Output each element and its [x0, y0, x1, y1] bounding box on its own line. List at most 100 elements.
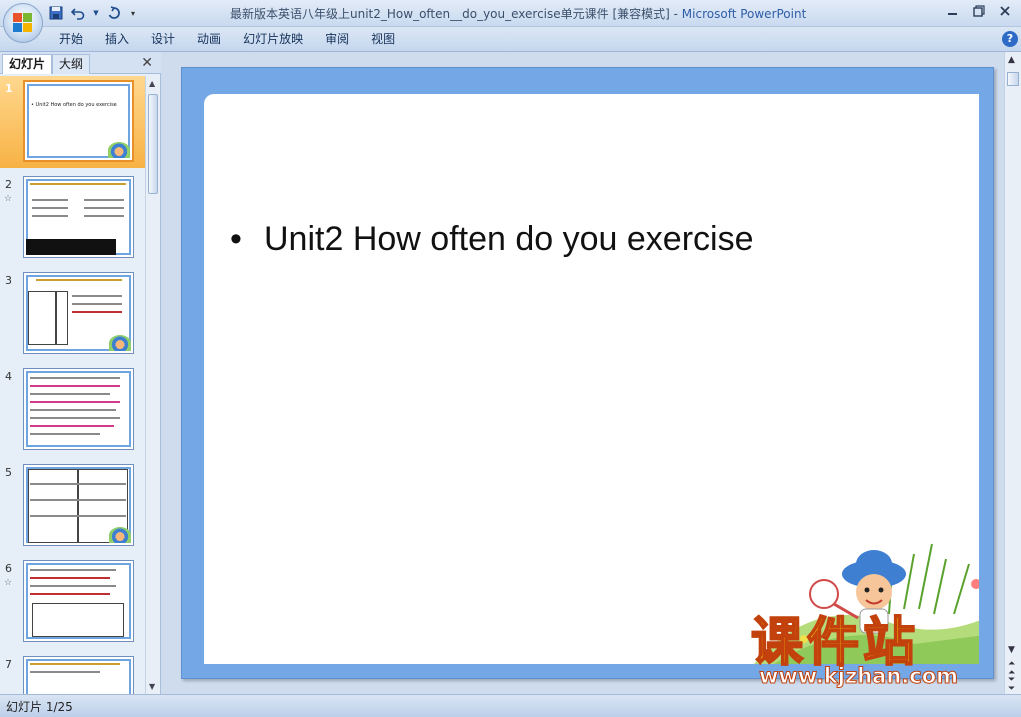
thumbnail-row-1[interactable]: 1 • Unit2 How often do you exercise	[0, 76, 145, 168]
thumbnail-line	[84, 207, 124, 209]
undo-icon[interactable]	[70, 5, 86, 21]
cartoon-kid-icon	[109, 335, 131, 351]
thumbnail-line	[30, 577, 110, 579]
scroll-up-icon[interactable]: ▲	[1008, 56, 1015, 65]
thumbnail-line	[72, 303, 122, 305]
thumbnail-line	[32, 207, 68, 209]
slide-thumbnail[interactable]	[23, 560, 134, 642]
tab-insert[interactable]: 插入	[94, 27, 140, 52]
thumbnail-row-7[interactable]: 7	[0, 652, 145, 694]
quick-access-toolbar: ▼ ▾	[48, 3, 138, 23]
kid-eye	[878, 587, 884, 593]
office-button[interactable]	[3, 3, 43, 43]
thumbnail-row-4[interactable]: 4	[0, 364, 145, 456]
thumbnail-line	[30, 409, 116, 411]
restore-button[interactable]	[967, 2, 991, 20]
thumbnail-line	[30, 569, 116, 571]
slide-counter: 幻灯片 1/25	[6, 700, 73, 714]
thumbnail-line	[32, 199, 68, 201]
app-name: Microsoft PowerPoint	[681, 7, 807, 21]
current-slide[interactable]: • Unit2 How often do you exercise	[181, 67, 994, 679]
thumbnail-line	[30, 671, 100, 673]
slide-content-area: • Unit2 How often do you exercise	[204, 94, 979, 664]
slide-thumbnail[interactable]	[23, 464, 134, 546]
thumbnail-line	[32, 215, 68, 217]
ribbon-tabs: 开始 插入 设计 动画 幻灯片放映 审阅 视图	[48, 27, 406, 52]
thumbnail-line	[30, 663, 120, 665]
thumbnail-row-5[interactable]: 5	[0, 460, 145, 552]
tab-home[interactable]: 开始	[48, 27, 94, 52]
document-name: 最新版本英语八年级上unit2_How_often__do_you_exerci…	[230, 7, 670, 21]
panel-scrollbar[interactable]: ▲ ▼	[145, 76, 160, 694]
kid-hat-top	[856, 550, 892, 578]
next-slide-icon[interactable]: ⏷ ⏷	[1008, 676, 1015, 694]
tab-review[interactable]: 审阅	[314, 27, 360, 52]
scroll-up-icon[interactable]: ▲	[149, 79, 155, 88]
slide-number: 2	[5, 178, 12, 191]
thumbnail-list: 1 • Unit2 How often do you exercise 2 ☆	[0, 76, 145, 694]
tab-animations[interactable]: 动画	[186, 27, 232, 52]
redo-icon[interactable]	[106, 5, 122, 21]
thumbnail-table	[56, 291, 68, 345]
slide-thumbnail[interactable]: • Unit2 How often do you exercise	[23, 80, 134, 162]
scroll-down-icon[interactable]: ▼	[149, 682, 155, 691]
scrollbar-thumb[interactable]	[148, 94, 158, 194]
thumbnail-row-6[interactable]: 6 ☆	[0, 556, 145, 648]
slide-thumbnail[interactable]	[23, 368, 134, 450]
save-icon[interactable]	[48, 5, 64, 21]
minimize-button[interactable]	[941, 2, 965, 20]
bullet-text: Unit2 How often do you exercise	[264, 220, 754, 258]
thumbnail-black-box	[26, 239, 116, 255]
undo-dropdown-icon[interactable]: ▼	[92, 5, 100, 21]
panel-tabs: 幻灯片 大纲 ✕	[0, 52, 161, 74]
thumbnail-line	[30, 425, 114, 427]
thumbnail-line	[84, 215, 124, 217]
thumbnail-text: • Unit2 How often do you exercise	[31, 102, 117, 108]
scroll-down-icon[interactable]: ▼	[1008, 646, 1015, 655]
status-bar: 幻灯片 1/25	[0, 694, 1021, 717]
thumbnail-row-3[interactable]: 3	[0, 268, 145, 360]
thumbnail-line	[30, 183, 126, 185]
editor-scrollbar[interactable]: ▲ ▼ ⏶ ⏶ ⏷ ⏷	[1004, 52, 1021, 694]
close-panel-icon[interactable]: ✕	[141, 55, 153, 71]
thumbnail-line	[30, 585, 116, 587]
flower-icon	[971, 579, 979, 589]
slide-editor: • Unit2 How often do you exercise 课件站 ww…	[161, 52, 1021, 694]
animation-star-icon: ☆	[4, 194, 13, 204]
office-logo-icon	[13, 13, 33, 33]
slide-thumbnail[interactable]	[23, 656, 134, 694]
cartoon-kid-icon	[109, 527, 131, 543]
slide-number: 3	[5, 274, 12, 287]
thumbnail-table	[32, 603, 124, 637]
help-icon[interactable]: ?	[1002, 31, 1018, 47]
bullet-item[interactable]: • Unit2 How often do you exercise	[230, 220, 753, 259]
kid-eye	[864, 587, 870, 593]
thumbnail-line	[30, 377, 120, 379]
slide-thumbnail[interactable]	[23, 176, 134, 258]
slide-number: 5	[5, 466, 12, 479]
customize-icon[interactable]: ▾	[128, 5, 138, 21]
slides-panel: 幻灯片 大纲 ✕ 1 • Unit2 How often do you exer…	[0, 52, 161, 694]
scrollbar-thumb[interactable]	[1007, 72, 1019, 86]
thumbnail-line	[72, 311, 122, 313]
thumbnail-line	[30, 515, 126, 517]
tab-design[interactable]: 设计	[140, 27, 186, 52]
tab-slides[interactable]: 幻灯片	[2, 54, 53, 74]
tab-view[interactable]: 视图	[360, 27, 406, 52]
close-button[interactable]	[993, 2, 1017, 20]
thumbnail-line	[30, 483, 126, 485]
thumbnail-line	[36, 279, 122, 281]
title-separator: -	[669, 7, 682, 21]
watermark-url: www.kjzhan.com	[758, 664, 959, 689]
thumbnail-table	[28, 291, 56, 345]
slide-number: 4	[5, 370, 12, 383]
bullet-symbol: •	[230, 220, 242, 258]
ribbon: 开始 插入 设计 动画 幻灯片放映 审阅 视图 ?	[0, 27, 1021, 52]
thumbnail-row-2[interactable]: 2 ☆	[0, 172, 145, 264]
window-controls	[941, 2, 1017, 20]
thumbnail-line	[72, 295, 122, 297]
slide-thumbnail[interactable]	[23, 272, 134, 354]
thumbnail-line	[30, 393, 110, 395]
tab-slideshow[interactable]: 幻灯片放映	[232, 27, 314, 52]
tab-outline[interactable]: 大纲	[52, 54, 91, 74]
